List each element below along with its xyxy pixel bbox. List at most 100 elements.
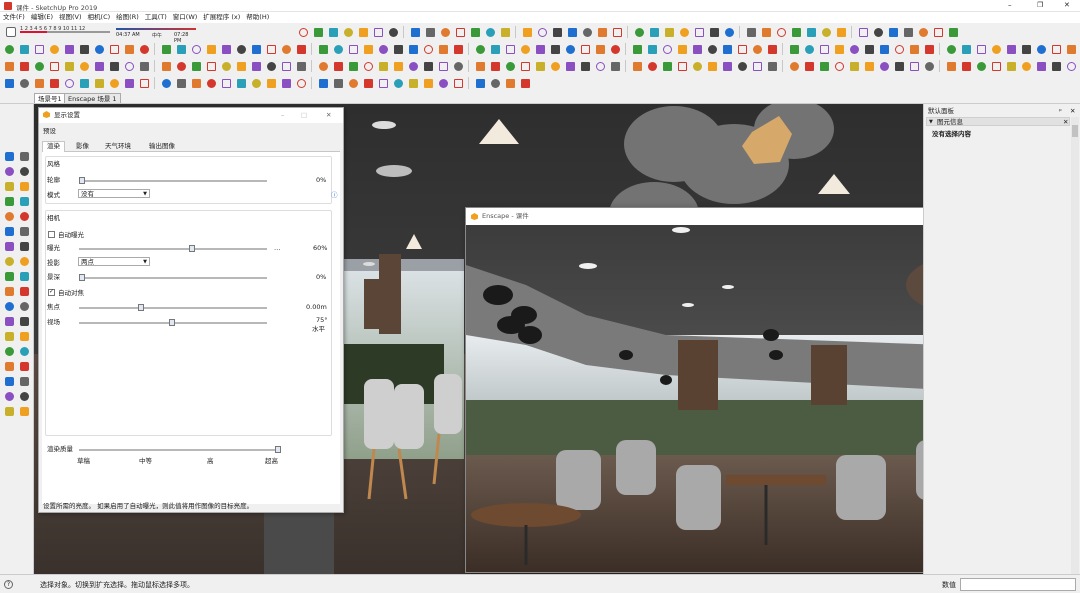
warehouse-icon[interactable]: [720, 42, 734, 56]
mode-select[interactable]: 没有 ▼: [78, 189, 150, 198]
top-view-tool-icon[interactable]: [17, 284, 31, 298]
fog-tool-icon[interactable]: [2, 389, 16, 403]
section-icon[interactable]: [137, 59, 151, 73]
paint-icon[interactable]: [326, 25, 340, 39]
protractor-icon[interactable]: [931, 25, 945, 39]
paint-icon[interactable]: [765, 42, 779, 56]
rotate-icon[interactable]: [47, 59, 61, 73]
solid-tools-icon[interactable]: [503, 76, 517, 90]
auto-exposure-checkbox[interactable]: [48, 231, 55, 238]
right-view-icon[interactable]: [331, 42, 345, 56]
select-icon[interactable]: [296, 25, 310, 39]
outline-slider[interactable]: [79, 177, 267, 184]
zoom-extents-icon[interactable]: [1049, 42, 1063, 56]
layer-tool-icon[interactable]: [17, 374, 31, 388]
zoom-icon[interactable]: [595, 25, 609, 39]
move-icon[interactable]: [438, 25, 452, 39]
circle-tool-icon[interactable]: [17, 164, 31, 178]
exposure-slider-thumb[interactable]: [189, 245, 195, 252]
intersect-icon[interactable]: [608, 42, 622, 56]
projection-select[interactable]: 两点 ▼: [78, 257, 150, 266]
follow-me-icon[interactable]: [473, 76, 487, 90]
section-icon[interactable]: [204, 42, 218, 56]
settings-icon[interactable]: [645, 59, 659, 73]
top-view-icon[interactable]: [294, 42, 308, 56]
shadow-tool-icon[interactable]: [17, 359, 31, 373]
rotate-tool-icon[interactable]: [17, 194, 31, 208]
shaded-icon[interactable]: [316, 59, 330, 73]
look-around-icon[interactable]: [533, 42, 547, 56]
fog-icon[interactable]: [406, 59, 420, 73]
enscape-sync-icon[interactable]: [630, 59, 644, 73]
position-camera-icon[interactable]: [421, 76, 435, 90]
circle-icon[interactable]: [765, 59, 779, 73]
render-icon[interactable]: [593, 59, 607, 73]
front-view-icon[interactable]: [662, 25, 676, 39]
polygon-icon[interactable]: [847, 42, 861, 56]
polygon-icon[interactable]: [787, 59, 801, 73]
rotate-icon[interactable]: [892, 42, 906, 56]
polygon-icon[interactable]: [408, 25, 422, 39]
layer-icon[interactable]: [421, 59, 435, 73]
offset-icon[interactable]: [137, 42, 151, 56]
zoom-extents-icon[interactable]: [610, 25, 624, 39]
monochrome-icon[interactable]: [346, 59, 360, 73]
scale-icon[interactable]: [122, 42, 136, 56]
camera-icon[interactable]: [503, 42, 517, 56]
rectangle-icon[interactable]: [817, 42, 831, 56]
text-tool-icon[interactable]: [17, 224, 31, 238]
tab-image[interactable]: 影像: [76, 142, 89, 150]
rotate-icon[interactable]: [832, 59, 846, 73]
right-view-tool-icon[interactable]: [17, 299, 31, 313]
zoom-tool-icon[interactable]: [2, 284, 16, 298]
select-icon[interactable]: [735, 42, 749, 56]
follow-me-icon[interactable]: [593, 42, 607, 56]
arc-icon[interactable]: [802, 42, 816, 56]
text-icon[interactable]: [107, 59, 121, 73]
tape-measure-icon[interactable]: [944, 42, 958, 56]
orbit-icon[interactable]: [944, 59, 958, 73]
dof-slider-thumb[interactable]: [79, 274, 85, 281]
position-camera-icon[interactable]: [488, 59, 502, 73]
paint-icon[interactable]: [705, 59, 719, 73]
tray-scroll-thumb[interactable]: [1072, 125, 1078, 137]
shadow-toggle-icon[interactable]: [6, 27, 16, 37]
push-pull-icon[interactable]: [862, 42, 876, 56]
tape-measure-icon[interactable]: [159, 42, 173, 56]
zoom-extents-icon[interactable]: [989, 59, 1003, 73]
right-view-icon[interactable]: [677, 25, 691, 39]
textured-tool-icon[interactable]: [17, 329, 31, 343]
section-icon[interactable]: [77, 76, 91, 90]
select-icon[interactable]: [675, 59, 689, 73]
look-around-icon[interactable]: [473, 59, 487, 73]
shaded-icon[interactable]: [376, 42, 390, 56]
polygon-icon[interactable]: [62, 42, 76, 56]
circle-icon[interactable]: [386, 25, 400, 39]
rectangle-tool-icon[interactable]: [2, 179, 16, 193]
fov-slider-thumb[interactable]: [169, 319, 175, 326]
dof-slider[interactable]: [79, 274, 267, 281]
monochrome-icon[interactable]: [406, 42, 420, 56]
right-view-icon[interactable]: [264, 59, 278, 73]
x-ray-icon[interactable]: [279, 59, 293, 73]
menu-draw[interactable]: 绘图(R): [113, 12, 142, 23]
text-icon[interactable]: [174, 42, 188, 56]
move-icon[interactable]: [32, 59, 46, 73]
front-view-icon[interactable]: [316, 42, 330, 56]
protractor-icon[interactable]: [518, 59, 532, 73]
arc-icon[interactable]: [17, 42, 31, 56]
x-ray-icon[interactable]: [219, 76, 233, 90]
orbit-icon[interactable]: [565, 25, 579, 39]
pan-icon[interactable]: [580, 25, 594, 39]
layer-icon[interactable]: [488, 42, 502, 56]
rectangle-icon[interactable]: [750, 59, 764, 73]
dimension-icon[interactable]: [436, 76, 450, 90]
camera-icon[interactable]: [376, 76, 390, 90]
shadow-icon[interactable]: [451, 42, 465, 56]
fog-icon[interactable]: [473, 42, 487, 56]
walk-icon[interactable]: [391, 76, 405, 90]
eraser-icon[interactable]: [690, 59, 704, 73]
enscape-start-icon[interactable]: [608, 59, 622, 73]
zoom-extents-tool-icon[interactable]: [17, 269, 31, 283]
front-view-icon[interactable]: [1034, 59, 1048, 73]
